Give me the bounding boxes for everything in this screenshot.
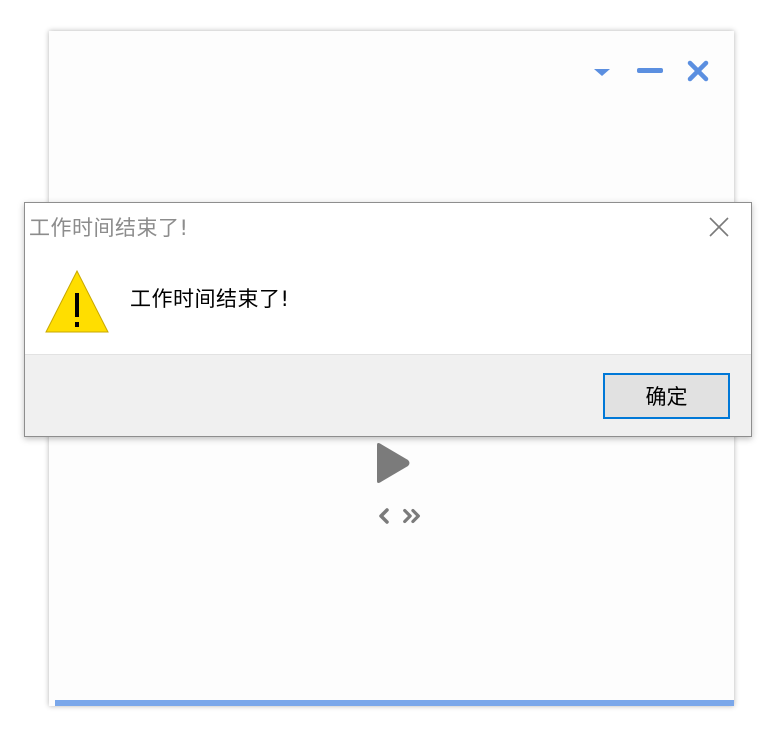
double-chevron-right-icon [402,508,420,524]
dialog-footer: 确定 [25,354,751,436]
message-dialog: 工作时间结束了! 工作时间结束了! 确定 [24,202,752,437]
progress-bar [55,700,734,706]
close-icon [709,217,729,237]
dialog-titlebar[interactable]: 工作时间结束了! [25,203,751,249]
dropdown-button[interactable] [586,57,618,85]
skip-button[interactable] [402,507,422,525]
dialog-title: 工作时间结束了! [29,216,189,240]
close-button[interactable] [682,57,714,85]
warning-icon [45,269,109,333]
minimize-icon [637,68,663,73]
dialog-message: 工作时间结束了! [130,287,290,311]
nav-row [370,507,426,525]
player-controls [49,441,734,525]
minimize-button[interactable] [634,57,666,85]
window-controls [570,57,714,85]
ok-button[interactable]: 确定 [603,373,730,419]
caret-down-icon [594,69,610,76]
play-button[interactable] [372,441,412,485]
dialog-body: 工作时间结束了! [25,249,751,354]
dialog-close-button[interactable] [705,213,733,241]
play-icon [376,443,409,483]
progress-fill [55,700,734,706]
close-icon [687,60,709,82]
previous-button[interactable] [374,507,394,525]
chevron-left-icon [378,508,389,524]
